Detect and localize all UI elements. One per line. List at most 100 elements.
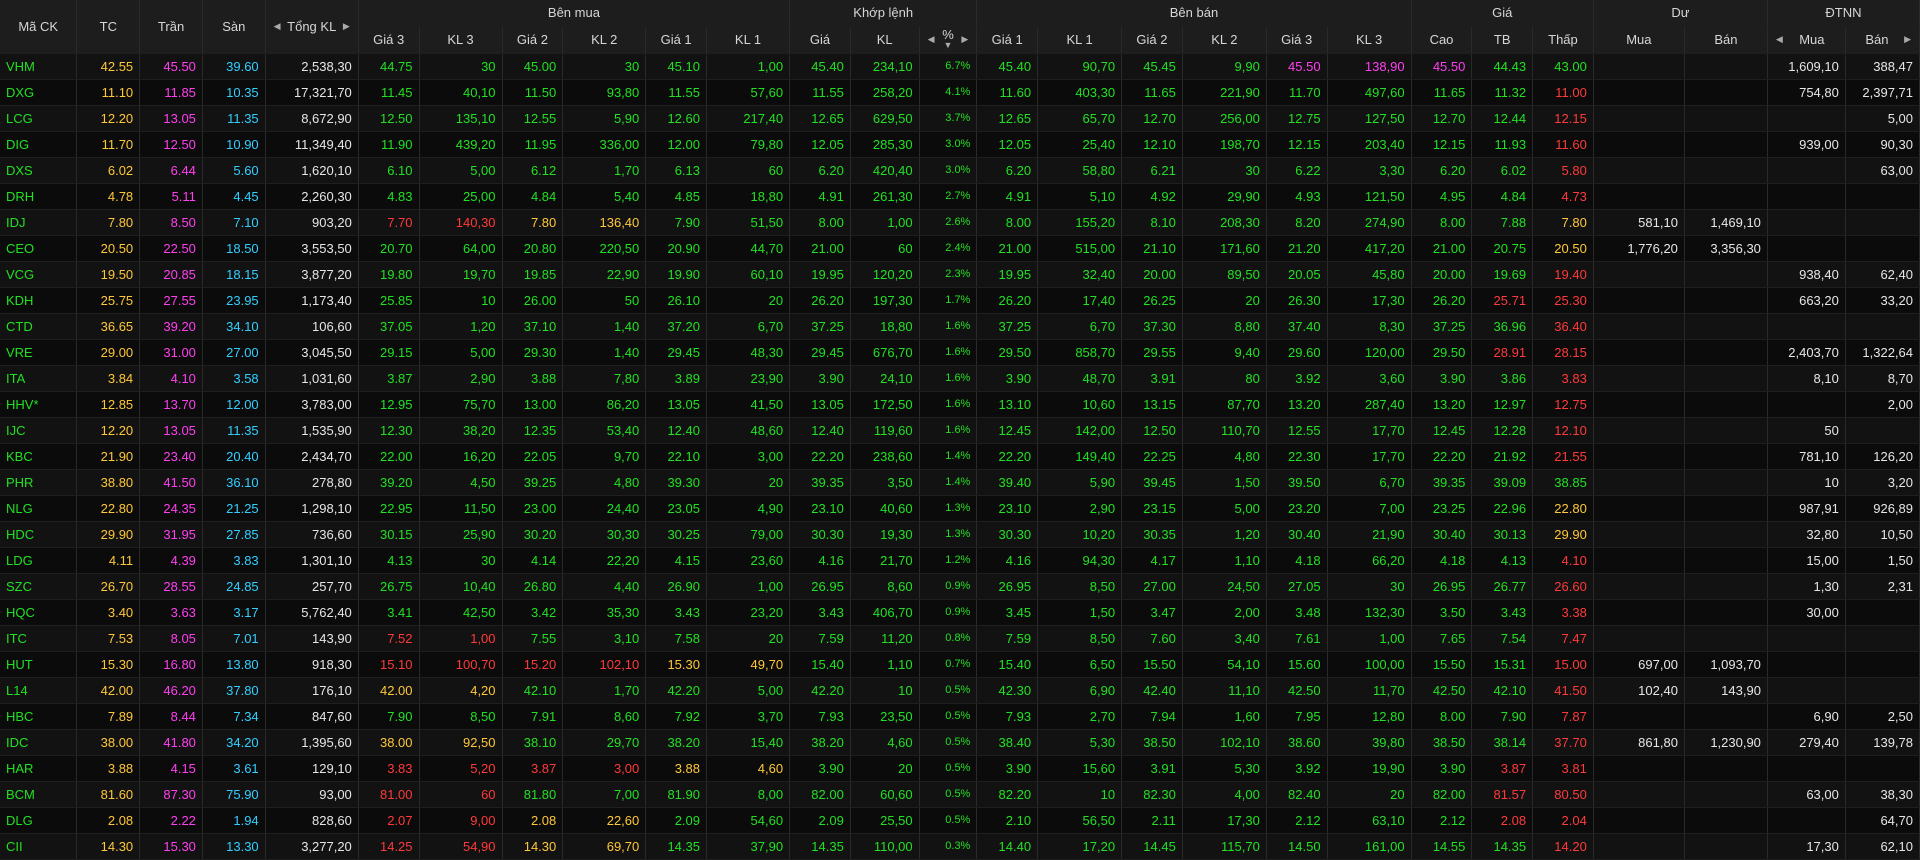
header-foreign-sell[interactable]: Bán ▶: [1845, 26, 1920, 54]
header-sell-col[interactable]: KL 3: [1327, 26, 1412, 54]
header-match-change[interactable]: ◀% ▼ ▶: [919, 26, 978, 54]
header-buy-col[interactable]: Giá 3: [358, 26, 420, 54]
table-row[interactable]: NLG 22.80 24.35 21.25 1,298,10 22.95 11,50 23.0…: [0, 495, 1920, 522]
table-row[interactable]: VCG 19.50 20.85 18.15 3,877,20 19.80 19,70 19.8…: [0, 261, 1920, 288]
symbol-cell[interactable]: SZC: [0, 573, 78, 600]
header-remain-col[interactable]: Mua: [1593, 26, 1685, 54]
symbol-cell[interactable]: ITC: [0, 625, 78, 652]
bid-volume-cell: 136,40: [562, 209, 647, 236]
symbol-cell[interactable]: HHV*: [0, 391, 78, 418]
symbol-cell[interactable]: DRH: [0, 183, 78, 210]
header-sell-col[interactable]: Giá 1: [976, 26, 1039, 54]
symbol-cell[interactable]: VCG: [0, 261, 78, 288]
symbol-cell[interactable]: CII: [0, 833, 78, 860]
header-price-col[interactable]: Thấp: [1532, 26, 1594, 54]
symbol-cell[interactable]: HDC: [0, 521, 78, 548]
sort-desc-icon[interactable]: ▼: [942, 40, 955, 50]
header-floor[interactable]: Sàn: [202, 0, 266, 54]
scroll-left-icon[interactable]: ◀: [272, 21, 283, 32]
header-buy-col[interactable]: KL 2: [562, 26, 647, 54]
header-symbol[interactable]: Mã CK: [0, 0, 78, 54]
table-row[interactable]: DLG 2.08 2.22 1.94 828,60 2.07 9,00 2.08 22,60 2.…: [0, 807, 1920, 834]
symbol-cell[interactable]: HBC: [0, 703, 78, 730]
scroll-left-icon[interactable]: ◀: [926, 34, 937, 45]
symbol-cell[interactable]: HAR: [0, 755, 78, 782]
table-row[interactable]: DXS 6.02 6.44 5.60 1,620,10 6.10 5,00 6.12 1,70 6…: [0, 157, 1920, 184]
table-row[interactable]: LDG 4.11 4.39 3.83 1,301,10 4.13 30 4.14 22,20 4.…: [0, 547, 1920, 574]
symbol-cell[interactable]: KDH: [0, 287, 78, 314]
symbol-cell[interactable]: DXS: [0, 157, 78, 184]
table-row[interactable]: HQC 3.40 3.63 3.17 5,762,40 3.41 42,50 3.42 35,3…: [0, 599, 1920, 626]
table-row[interactable]: HAR 3.88 4.15 3.61 129,10 3.83 5,20 3.87 3,00 3.8…: [0, 755, 1920, 782]
table-row[interactable]: SZC 26.70 28.55 24.85 257,70 26.75 10,40 26.80 4…: [0, 573, 1920, 600]
symbol-cell[interactable]: ITA: [0, 365, 78, 392]
table-row[interactable]: DRH 4.78 5.11 4.45 2,260,30 4.83 25,00 4.84 5,40…: [0, 183, 1920, 210]
symbol-cell[interactable]: KBC: [0, 443, 78, 470]
symbol-cell[interactable]: CEO: [0, 235, 78, 262]
table-row[interactable]: HHV* 12.85 13.70 12.00 3,783,00 12.95 75,70 13.…: [0, 391, 1920, 418]
header-ceil[interactable]: Trần: [139, 0, 203, 54]
header-sell-col[interactable]: KL 1: [1037, 26, 1123, 54]
header-foreign-buy[interactable]: ◀ Mua: [1767, 26, 1846, 54]
table-row[interactable]: BCM 81.60 87.30 75.90 93,00 81.00 60 81.80 7,00 8…: [0, 781, 1920, 808]
symbol-cell[interactable]: VHM: [0, 53, 78, 80]
symbol-cell[interactable]: LDG: [0, 547, 78, 574]
ask-volume-cell: 45,80: [1327, 261, 1412, 288]
table-row[interactable]: HUT 15.30 16.80 13.80 918,30 15.10 100,70 15.20…: [0, 651, 1920, 678]
scroll-left-icon[interactable]: ◀: [1774, 34, 1785, 45]
table-row[interactable]: KBC 21.90 23.40 20.40 2,434,70 22.00 16,20 22.0…: [0, 443, 1920, 470]
header-price-col[interactable]: Cao: [1411, 26, 1473, 54]
header-sell-col[interactable]: Giá 3: [1266, 26, 1328, 54]
table-row[interactable]: CTD 36.65 39.20 34.10 106,60 37.05 1,20 37.10 1,…: [0, 313, 1920, 340]
symbol-cell[interactable]: VRE: [0, 339, 78, 366]
table-row[interactable]: IJC 12.20 13.05 11.35 1,535,90 12.30 38,20 12.3…: [0, 417, 1920, 444]
table-row[interactable]: IDJ 7.80 8.50 7.10 903,20 7.70 140,30 7.80 136,4…: [0, 209, 1920, 236]
table-row[interactable]: KDH 25.75 27.55 23.95 1,173,40 25.85 10 26.00 50…: [0, 287, 1920, 314]
header-buy-col[interactable]: Giá 1: [645, 26, 707, 54]
symbol-cell[interactable]: BCM: [0, 781, 78, 808]
header-ref[interactable]: TC: [76, 0, 141, 54]
table-row[interactable]: ITA 3.84 4.10 3.58 1,031,60 3.87 2,90 3.88 7,80 3…: [0, 365, 1920, 392]
symbol-cell[interactable]: DLG: [0, 807, 78, 834]
symbol-cell[interactable]: DXG: [0, 79, 78, 106]
header-total[interactable]: ◀ Tổng KL ▶: [265, 0, 359, 54]
table-row[interactable]: CEO 20.50 22.50 18.50 3,553,50 20.70 64,00 20.8…: [0, 235, 1920, 262]
table-row[interactable]: PHR 38.80 41.50 36.10 278,80 39.20 4,50 39.25 4,…: [0, 469, 1920, 496]
table-row[interactable]: LCG 12.20 13.05 11.35 8,672,90 12.50 135,10 12.…: [0, 105, 1920, 132]
table-row[interactable]: CII 14.30 15.30 13.30 3,277,20 14.25 54,90 14.3…: [0, 833, 1920, 860]
header-buy-col[interactable]: KL 1: [706, 26, 791, 54]
table-row[interactable]: HBC 7.89 8.44 7.34 847,60 7.90 8,50 7.91 8,60 7.9…: [0, 703, 1920, 730]
header-buy-col[interactable]: KL 3: [419, 26, 503, 54]
header-sell-col[interactable]: KL 2: [1182, 26, 1267, 54]
symbol-cell[interactable]: HQC: [0, 599, 78, 626]
scroll-right-icon[interactable]: ▶: [341, 21, 352, 32]
symbol-cell[interactable]: IDJ: [0, 209, 78, 236]
symbol-cell[interactable]: LCG: [0, 105, 78, 132]
symbol-cell[interactable]: CTD: [0, 313, 78, 340]
table-row[interactable]: DXG 11.10 11.85 10.35 17,321,70 11.45 40,10 11.…: [0, 79, 1920, 106]
symbol-cell[interactable]: PHR: [0, 469, 78, 496]
header-buy-col[interactable]: Giá 2: [502, 26, 564, 54]
header-remain-col[interactable]: Bán: [1684, 26, 1768, 54]
header-price-col[interactable]: TB: [1471, 26, 1534, 54]
scroll-right-icon[interactable]: ▶: [959, 34, 970, 45]
table-row[interactable]: IDC 38.00 41.80 34.20 1,395,60 38.00 92,50 38.1…: [0, 729, 1920, 756]
symbol-cell[interactable]: L14: [0, 677, 78, 704]
symbol-cell[interactable]: DIG: [0, 131, 78, 158]
header-match-volume[interactable]: KL: [850, 26, 920, 54]
ask-price-cell: 4.93: [1266, 183, 1328, 210]
table-row[interactable]: ITC 7.53 8.05 7.01 143,90 7.52 1,00 7.55 3,10 7.5…: [0, 625, 1920, 652]
foreign-buy-cell: [1767, 183, 1846, 210]
table-row[interactable]: VRE 29.00 31.00 27.00 3,045,50 29.15 5,00 29.30…: [0, 339, 1920, 366]
scroll-right-icon[interactable]: ▶: [1902, 34, 1913, 45]
symbol-cell[interactable]: NLG: [0, 495, 78, 522]
symbol-cell[interactable]: IJC: [0, 417, 78, 444]
table-row[interactable]: DIG 11.70 12.50 10.90 11,349,40 11.90 439,20 11…: [0, 131, 1920, 158]
table-row[interactable]: HDC 29.90 31.95 27.85 736,60 30.15 25,90 30.20 3…: [0, 521, 1920, 548]
symbol-cell[interactable]: IDC: [0, 729, 78, 756]
table-row[interactable]: L14 42.00 46.20 37.80 176,10 42.00 4,20 42.10 1,…: [0, 677, 1920, 704]
header-sell-col[interactable]: Giá 2: [1121, 26, 1183, 54]
header-match-price[interactable]: Giá: [789, 26, 851, 54]
table-row[interactable]: VHM 42.55 45.50 39.60 2,538,30 44.75 30 45.00 30…: [0, 53, 1920, 80]
symbol-cell[interactable]: HUT: [0, 651, 78, 678]
